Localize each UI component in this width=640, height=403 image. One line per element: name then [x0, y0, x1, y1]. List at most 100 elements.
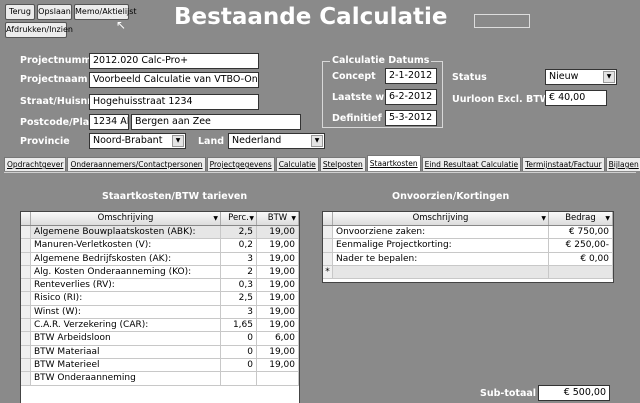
table-row[interactable]: BTW Materieel 0 19,00 — [21, 358, 299, 373]
table-row[interactable]: Renteverlies (RV): 0,3 19,00 — [21, 279, 299, 293]
cell-btw[interactable]: 19,00 — [257, 292, 299, 305]
tab-projectgegevens[interactable]: Projectgegevens — [206, 157, 275, 171]
column-omschrijving[interactable]: Omschrijving ▼ — [31, 212, 221, 225]
tab-calculatie[interactable]: Calculatie — [275, 157, 319, 171]
row-selector[interactable] — [323, 239, 333, 252]
cell-omschrijving[interactable]: C.A.R. Verzekering (CAR): — [31, 319, 221, 332]
cell-perc[interactable]: 0,2 — [221, 239, 257, 252]
cell-btw[interactable]: 19,00 — [257, 226, 299, 239]
row-selector[interactable] — [21, 265, 31, 279]
status-select[interactable]: Nieuw ▼ — [545, 69, 617, 85]
cell-omschrijving[interactable]: Nader te bepalen: — [333, 252, 549, 265]
column-perc[interactable]: Perc. ▼ — [221, 212, 257, 225]
row-selector[interactable] — [21, 252, 31, 265]
cell-perc[interactable]: 0 — [221, 345, 257, 358]
row-selector[interactable] — [323, 226, 333, 239]
postcode-field[interactable]: 1234 AB — [89, 114, 129, 130]
concept-date-field[interactable]: 2-1-2012 — [385, 68, 437, 84]
staartkosten-grid[interactable]: Omschrijving ▼ Perc. ▼ BTW ▼ Algemene Bouwp… — [20, 211, 300, 403]
table-row[interactable]: Onvoorziene zaken: € 750,00 — [323, 226, 613, 240]
row-selector[interactable] — [21, 226, 31, 239]
cell-btw[interactable]: 19,00 — [257, 358, 299, 372]
cell-perc[interactable]: 0 — [221, 358, 257, 372]
cell-perc[interactable]: 2,5 — [221, 292, 257, 305]
table-row[interactable]: Algemene Bedrijfskosten (AK): 3 19,00 — [21, 252, 299, 266]
column-omschrijving[interactable]: Omschrijving ▼ — [333, 212, 549, 225]
project-number-field[interactable]: 2012.020 Calc-Pro+ — [89, 53, 259, 69]
row-selector[interactable] — [21, 332, 31, 345]
row-selector[interactable] — [21, 372, 31, 385]
cell-omschrijving[interactable]: BTW Materiaal — [31, 345, 221, 358]
select-all-icon[interactable] — [323, 212, 333, 225]
table-row[interactable]: Risico (RI): 2,5 19,00 — [21, 292, 299, 306]
new-record-row[interactable]: * — [323, 265, 613, 280]
cell-omschrijving[interactable]: Winst (W): — [31, 305, 221, 319]
table-row[interactable]: BTW Arbeidsloon 0 6,00 — [21, 332, 299, 346]
print-button[interactable]: Afdrukken/Inzien — [5, 22, 73, 38]
table-row[interactable]: Eenmalige Projectkorting: € 250,00- — [323, 239, 613, 253]
row-selector[interactable] — [323, 252, 333, 265]
cell-omschrijving[interactable]: BTW Onderaanneming — [31, 372, 221, 385]
province-select[interactable]: Noord-Brabant ▼ — [89, 133, 186, 149]
cell-bedrag[interactable]: € 0,00 — [549, 252, 613, 265]
cell-perc[interactable]: 3 — [221, 305, 257, 319]
cell-btw[interactable]: 19,00 — [257, 319, 299, 332]
tab-onderaannemers[interactable]: Onderaannemers/Contactpersonen — [67, 157, 206, 171]
cell-btw[interactable]: 19,00 — [257, 279, 299, 292]
cell-btw[interactable]: 19,00 — [257, 305, 299, 319]
table-row[interactable]: Manuren-Verletkosten (V): 0,2 19,00 — [21, 239, 299, 253]
cell-omschrijving[interactable]: Alg. Kosten Onderaanneming (KO): — [31, 265, 221, 279]
table-row[interactable]: BTW Materiaal 0 19,00 — [21, 345, 299, 359]
cell-btw[interactable]: 6,00 — [257, 332, 299, 345]
cell-omschrijving[interactable]: Eenmalige Projectkorting: — [333, 239, 549, 252]
chevron-down-icon[interactable]: ▼ — [172, 135, 184, 147]
column-bedrag[interactable]: Bedrag ▼ — [549, 212, 613, 225]
tab-staartkosten[interactable]: Staartkosten — [366, 155, 421, 171]
table-row[interactable]: C.A.R. Verzekering (CAR): 1,65 19,00 — [21, 319, 299, 333]
cell-omschrijving[interactable]: Manuren-Verletkosten (V): — [31, 239, 221, 252]
cell-perc[interactable]: 0 — [221, 332, 257, 345]
table-row[interactable]: Nader te bepalen: € 0,00 — [323, 252, 613, 266]
cell-perc[interactable]: 3 — [221, 252, 257, 265]
table-row[interactable]: BTW Onderaanneming — [21, 372, 299, 386]
cell-omschrijving[interactable]: Algemene Bouwplaatskosten (ABK): — [31, 226, 221, 239]
table-row[interactable]: Alg. Kosten Onderaanneming (KO): 2 19,00 — [21, 265, 299, 280]
back-button[interactable]: Terug — [5, 4, 35, 20]
cell-bedrag[interactable]: € 250,00- — [549, 239, 613, 252]
city-field[interactable]: Bergen aan Zee — [131, 114, 301, 130]
cell-perc[interactable] — [221, 372, 257, 385]
street-field[interactable]: Hogehuisstraat 1234 — [89, 94, 259, 110]
cell-btw[interactable] — [257, 372, 299, 385]
cell-btw[interactable]: 19,00 — [257, 252, 299, 265]
row-selector[interactable] — [21, 292, 31, 305]
row-selector[interactable] — [21, 279, 31, 292]
cell-btw[interactable]: 19,00 — [257, 265, 299, 279]
row-selector[interactable] — [21, 358, 31, 372]
row-selector[interactable] — [21, 239, 31, 252]
cell-perc[interactable]: 1,65 — [221, 319, 257, 332]
table-row[interactable]: Winst (W): 3 19,00 — [21, 305, 299, 320]
project-name-field[interactable]: Voorbeeld Calculatie van VTBO-Ontwikkeli… — [89, 72, 259, 88]
cell-btw[interactable]: 19,00 — [257, 239, 299, 252]
chevron-down-icon[interactable]: ▼ — [603, 71, 615, 83]
final-date-field[interactable]: 5-3-2012 — [385, 110, 437, 126]
cell-bedrag[interactable] — [549, 265, 613, 279]
cell-perc[interactable]: 2,5 — [221, 226, 257, 239]
cell-omschrijving[interactable] — [333, 265, 549, 279]
tab-termijnstaat[interactable]: Termijnstaat/Factuur — [522, 157, 605, 171]
cell-omschrijving[interactable]: Algemene Bedrijfskosten (AK): — [31, 252, 221, 265]
cell-btw[interactable]: 19,00 — [257, 345, 299, 358]
cell-omschrijving[interactable]: BTW Materieel — [31, 358, 221, 372]
cell-omschrijving[interactable]: Renteverlies (RV): — [31, 279, 221, 292]
last-change-date-field[interactable]: 6-2-2012 — [385, 89, 437, 105]
cell-perc[interactable]: 2 — [221, 265, 257, 279]
row-selector[interactable] — [21, 319, 31, 332]
tab-stelposten[interactable]: Stelposten — [319, 157, 366, 171]
onvoorzien-grid[interactable]: Omschrijving ▼ Bedrag ▼ Onvoorziene zaken:… — [322, 211, 614, 283]
cell-omschrijving[interactable]: Risico (RI): — [31, 292, 221, 305]
tab-eind-resultaat[interactable]: Eind Resultaat Calculatie — [421, 157, 522, 171]
save-button[interactable]: Opslaan — [37, 4, 72, 20]
table-row[interactable]: Algemene Bouwplaatskosten (ABK): 2,5 19,00 — [21, 226, 299, 240]
row-selector[interactable] — [21, 345, 31, 358]
tab-opdrachtgever[interactable]: Opdrachtgever — [4, 157, 67, 171]
